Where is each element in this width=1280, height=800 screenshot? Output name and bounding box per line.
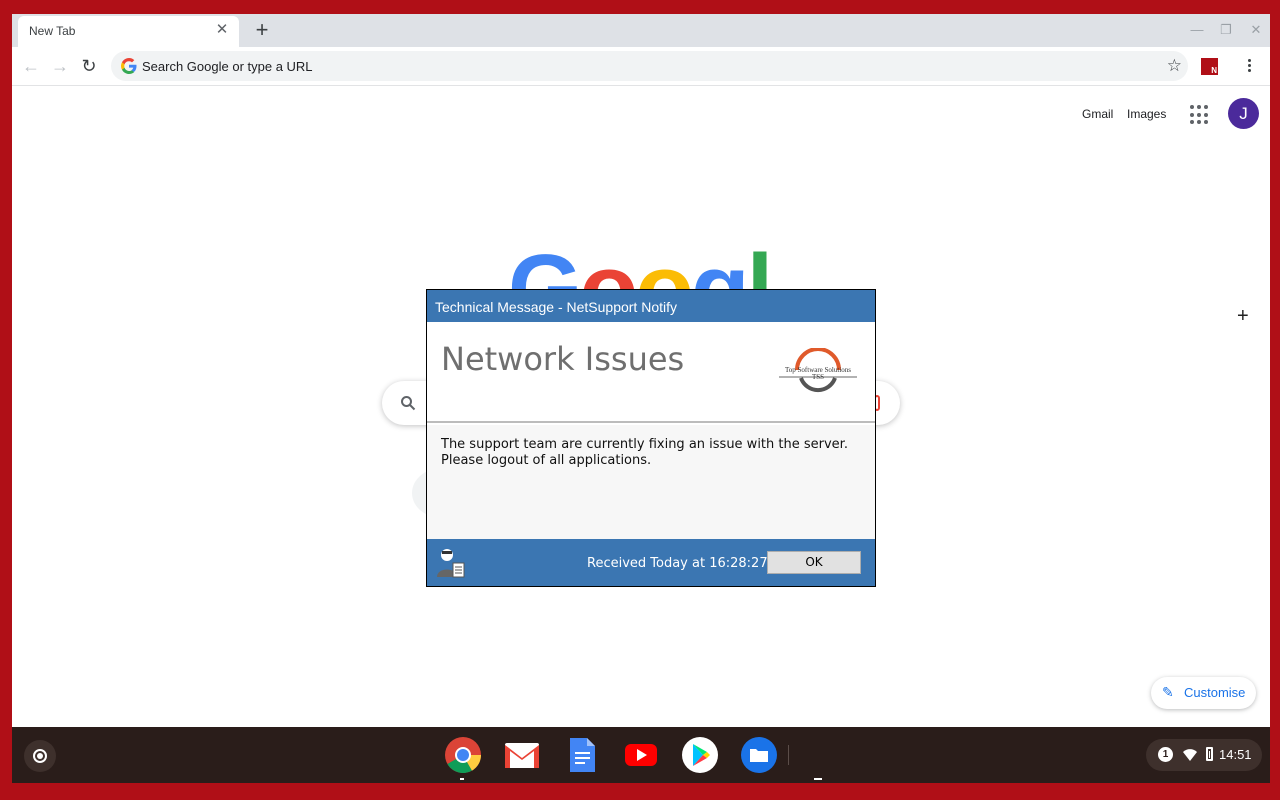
omnibox[interactable]: Search Google or type a URL ☆ bbox=[111, 51, 1188, 81]
tab-new-tab[interactable]: New Tab ✕ bbox=[18, 16, 239, 47]
images-link[interactable]: Images bbox=[1127, 107, 1166, 121]
customise-button[interactable]: ✎ Customise bbox=[1151, 677, 1256, 709]
notify-dialog: Technical Message - NetSupport Notify Ne… bbox=[426, 289, 876, 587]
new-tab-button[interactable]: + bbox=[250, 19, 274, 43]
dialog-heading: Network Issues bbox=[441, 340, 685, 378]
gmail-link[interactable]: Gmail bbox=[1082, 107, 1113, 121]
shelf: 1 14:51 bbox=[12, 727, 1270, 783]
chrome-active-indicator bbox=[460, 778, 464, 780]
chrome-menu-icon[interactable] bbox=[1243, 57, 1255, 77]
tss-logo: Top Software Solutions TSS bbox=[777, 347, 859, 398]
dialog-message: The support team are currently fixing an… bbox=[427, 425, 875, 539]
support-agent-icon bbox=[437, 549, 465, 578]
bookmark-star-icon[interactable]: ☆ bbox=[1167, 56, 1182, 76]
launcher-button[interactable] bbox=[24, 740, 56, 772]
google-g-icon bbox=[121, 58, 137, 74]
status-tray[interactable]: 1 14:51 bbox=[1146, 739, 1262, 771]
extension-icon[interactable]: N bbox=[1201, 58, 1218, 75]
youtube-icon[interactable] bbox=[622, 736, 660, 774]
close-window-icon[interactable]: ✕ bbox=[1248, 22, 1264, 38]
forward-icon[interactable]: → bbox=[49, 56, 71, 78]
back-icon[interactable]: ← bbox=[20, 56, 42, 78]
apps-grid-icon[interactable] bbox=[1190, 105, 1210, 125]
wifi-icon bbox=[1183, 749, 1197, 761]
tab-title: New Tab bbox=[29, 24, 76, 38]
notification-count[interactable]: 1 bbox=[1158, 747, 1173, 762]
dialog-footer: Received Today at 16:28:27 OK bbox=[427, 539, 875, 586]
omnibox-placeholder: Search Google or type a URL bbox=[142, 59, 313, 74]
ok-button[interactable]: OK bbox=[767, 551, 861, 574]
battery-icon bbox=[1206, 747, 1213, 761]
tab-strip: New Tab ✕ + — ❐ ✕ bbox=[12, 14, 1270, 47]
message-line2: Please logout of all applications. bbox=[441, 453, 652, 468]
gmail-icon[interactable] bbox=[503, 736, 541, 774]
search-icon bbox=[401, 396, 416, 411]
app-active-indicator bbox=[814, 778, 822, 780]
restore-icon[interactable]: ❐ bbox=[1218, 22, 1234, 38]
play-store-icon[interactable] bbox=[681, 736, 719, 774]
close-tab-icon[interactable]: ✕ bbox=[214, 22, 230, 38]
avatar[interactable]: J bbox=[1228, 98, 1259, 129]
minimize-icon[interactable]: — bbox=[1189, 22, 1205, 38]
dialog-title[interactable]: Technical Message - NetSupport Notify bbox=[427, 290, 875, 322]
docs-icon[interactable] bbox=[563, 736, 601, 774]
message-line1: The support team are currently fixing an… bbox=[441, 437, 848, 452]
pencil-icon: ✎ bbox=[1162, 684, 1174, 700]
customise-label: Customise bbox=[1184, 685, 1246, 700]
dialog-header: Network Issues Top Software Solutions TS… bbox=[427, 322, 875, 423]
toolbar: ← → ↻ Search Google or type a URL ☆ N bbox=[12, 47, 1270, 86]
shelf-separator bbox=[788, 745, 789, 765]
chrome-icon[interactable] bbox=[444, 736, 482, 774]
clock: 14:51 bbox=[1219, 747, 1252, 762]
crosshair-cursor-icon: + bbox=[1237, 305, 1249, 327]
logo-line2: TSS bbox=[811, 373, 825, 381]
received-timestamp: Received Today at 16:28:27 bbox=[587, 556, 768, 571]
reload-icon[interactable]: ↻ bbox=[78, 56, 100, 78]
files-icon[interactable] bbox=[740, 736, 778, 774]
